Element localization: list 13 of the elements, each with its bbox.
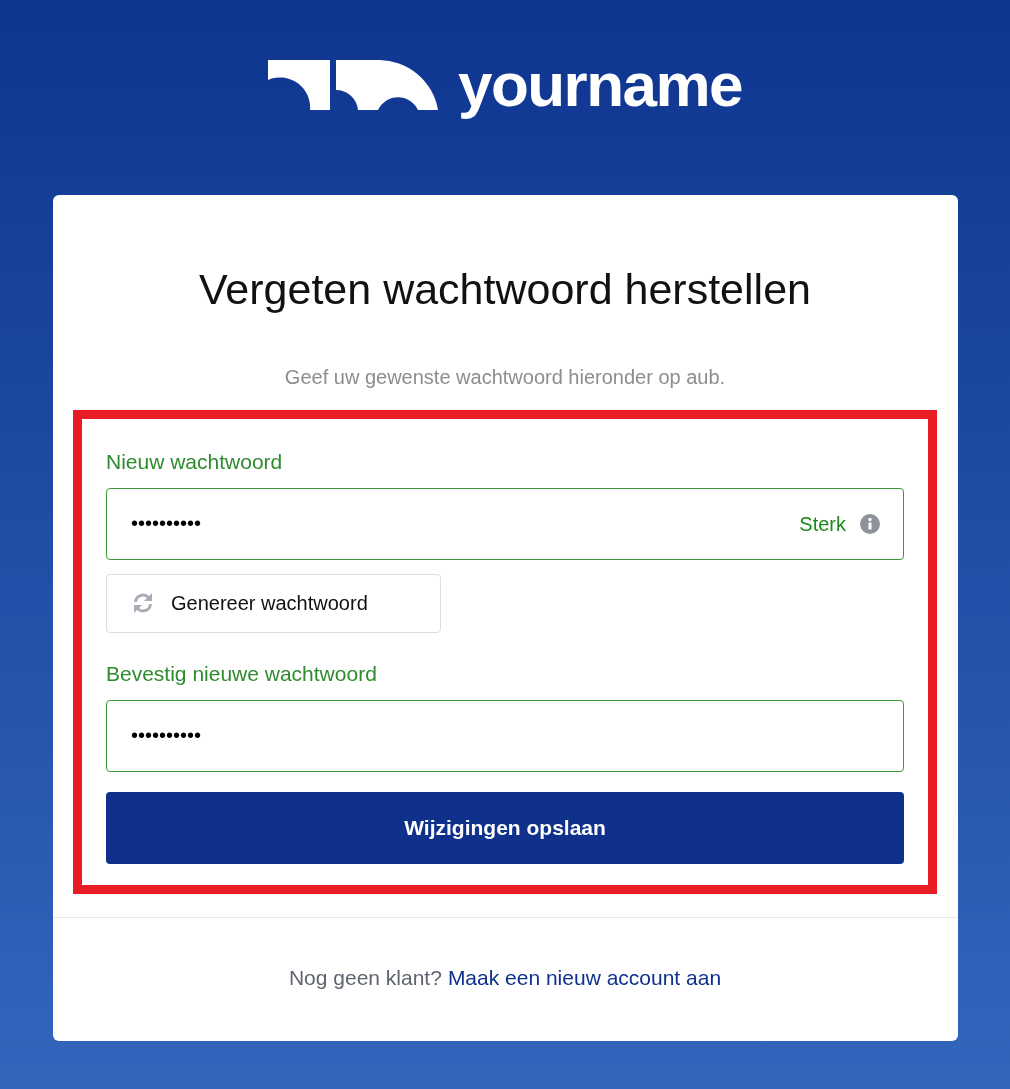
field-label: Bevestig nieuwe wachtwoord xyxy=(106,662,378,684)
strength-label: Sterk xyxy=(799,513,846,534)
generate-password-button[interactable]: Genereer wachtwoord xyxy=(106,573,441,633)
page-title: Vergeten wachtwoord herstellen xyxy=(199,264,811,315)
logo-icon xyxy=(268,60,439,110)
create-account-link[interactable]: Maak een nieuw account aan xyxy=(447,961,722,993)
refresh-icon xyxy=(131,592,155,614)
field-label: Nieuw wachtwoord xyxy=(106,450,284,472)
save-button[interactable]: Wijzigingen opslaan xyxy=(106,791,904,864)
subtitle: Geef uw gewenste wachtwoord hieronder op aub. xyxy=(284,364,726,390)
confirm-password-field[interactable]: •••••••••• xyxy=(106,699,904,772)
info-icon[interactable] xyxy=(860,513,880,534)
footer-text: Nog geen klant? xyxy=(288,964,442,991)
